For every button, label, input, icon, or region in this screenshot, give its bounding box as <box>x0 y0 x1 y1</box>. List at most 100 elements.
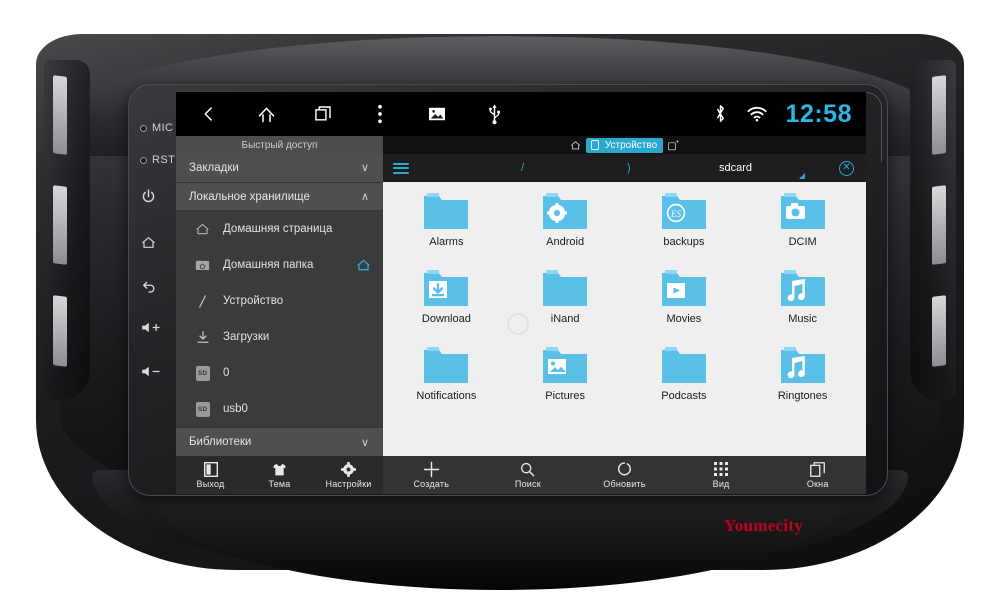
breadcrumb-segment-root[interactable]: / <box>521 162 524 174</box>
file-item[interactable]: Ringtones <box>743 344 862 421</box>
loading-spinner <box>507 313 529 335</box>
theme-button[interactable]: Тема <box>245 456 314 494</box>
tab-device-label: Устройство <box>604 139 658 151</box>
sidebar-group-label: Локальное хранилище <box>189 190 310 203</box>
sidebar-group-libraries[interactable]: Библиотеки ∨ <box>176 427 383 457</box>
mic-label: MIC <box>152 122 174 134</box>
file-item[interactable]: Alarms <box>387 190 506 267</box>
sidebar-item-list: Домашняя страница Домашняя папка Устройс… <box>176 211 383 427</box>
gear-icon <box>341 461 356 477</box>
file-name: Podcasts <box>661 390 707 402</box>
grid-view-icon <box>714 461 729 477</box>
settings-button[interactable]: Настройки <box>314 456 383 494</box>
mic-led-icon <box>140 124 147 132</box>
sidebar-item-downloads[interactable]: Загрузки <box>176 319 383 355</box>
file-grid-wrapper: Alarms Android ES backups DCIM Download … <box>383 182 866 456</box>
tab-list: Устройство <box>383 136 866 154</box>
view-button[interactable]: Вид <box>673 456 770 494</box>
file-item[interactable]: Notifications <box>387 344 506 421</box>
tab-device[interactable]: Устройство <box>585 137 664 153</box>
usb-icon[interactable] <box>483 103 505 125</box>
file-item[interactable]: ES backups <box>625 190 744 267</box>
sidebar-item-label: Загрузки <box>223 331 270 344</box>
file-item[interactable]: Download <box>387 267 506 344</box>
sidebar-item-label: Домашняя папка <box>223 259 314 272</box>
sidebar-item-home-page[interactable]: Домашняя страница <box>176 211 383 247</box>
sidebar-group-bookmarks[interactable]: Закладки ∨ <box>176 154 383 183</box>
sidebar-item-device[interactable]: Устройство <box>176 283 383 319</box>
file-item[interactable]: Pictures <box>506 344 625 421</box>
refresh-icon <box>617 461 632 477</box>
file-name: Movies <box>666 313 702 325</box>
file-name: backups <box>663 236 705 248</box>
exit-icon <box>203 461 218 477</box>
refresh-label: Обновить <box>603 479 646 489</box>
device-icon <box>590 140 601 151</box>
sidebar-item-home-folder[interactable]: Домашняя папка <box>176 247 383 283</box>
home-accent-icon[interactable] <box>356 258 371 272</box>
home-icon[interactable] <box>570 140 581 151</box>
sidebar-item-sd-0[interactable]: SD 0 <box>176 355 383 391</box>
sidebar-item-usb0[interactable]: SD usb0 <box>176 391 383 427</box>
app-body: Закладки ∨ Локальное хранилище ∧ Домашня… <box>176 154 866 457</box>
sidebar-item-label: usb0 <box>223 403 248 416</box>
file-item[interactable]: DCIM <box>743 190 862 267</box>
file-item[interactable]: Podcasts <box>625 344 744 421</box>
file-name: iNand <box>550 313 580 325</box>
breadcrumb-segment-sdcard[interactable]: sdcard <box>719 162 752 174</box>
back-arrow-icon <box>143 281 155 293</box>
android-status-bar: 12:58 <box>176 92 866 136</box>
sidebar-group-label: Закладки <box>189 161 239 174</box>
exit-button[interactable]: Выход <box>176 456 245 494</box>
settings-label: Настройки <box>325 479 372 489</box>
recents-icon[interactable] <box>312 103 334 125</box>
file-name: Ringtones <box>777 390 828 402</box>
file-name: Music <box>788 313 817 325</box>
file-name: Pictures <box>545 390 585 402</box>
toolbar-left-group: Выход Тема Настройки <box>176 456 383 494</box>
search-button[interactable]: Поиск <box>480 456 577 494</box>
breadcrumb-segment-mnt[interactable]: ) <box>627 162 631 174</box>
sidebar-group-label: Библиотеки <box>189 436 252 449</box>
file-item[interactable]: Android <box>506 190 625 267</box>
create-label: Создать <box>413 479 450 489</box>
back-icon[interactable] <box>198 103 220 125</box>
volume-down-icon <box>142 366 160 377</box>
new-tab-icon[interactable] <box>668 139 679 151</box>
overflow-menu-icon[interactable] <box>369 103 391 125</box>
create-button[interactable]: Создать <box>383 456 480 494</box>
gallery-icon[interactable] <box>426 103 448 125</box>
photo-icon <box>548 359 567 374</box>
screenshot-stage: MIC RST 12:58 Быстрый доступ Устройство … <box>0 0 1000 608</box>
file-name: Android <box>546 236 585 248</box>
dashboard-lower-lip <box>150 492 850 590</box>
folder-icon <box>661 270 706 306</box>
refresh-button[interactable]: Обновить <box>576 456 673 494</box>
android-nav-icons <box>198 103 505 125</box>
folder-icon <box>780 193 825 229</box>
file-item[interactable]: Movies <box>625 267 744 344</box>
home-icon[interactable] <box>255 103 277 125</box>
view-label: Вид <box>712 479 730 489</box>
windows-icon <box>810 461 826 477</box>
sidebar-item-label: Домашняя страница <box>223 223 333 236</box>
sd-card-icon: SD <box>195 365 210 381</box>
sidebar-title: Быстрый доступ <box>176 136 383 154</box>
folder-icon <box>543 270 588 306</box>
windows-button[interactable]: Окна <box>769 456 866 494</box>
svg-text:ES: ES <box>670 209 681 219</box>
sidebar-group-local-storage[interactable]: Локальное хранилище ∧ <box>176 182 383 212</box>
download-icon <box>429 281 448 298</box>
home-outline-icon <box>195 222 210 237</box>
reset-label: RST <box>152 154 176 166</box>
folder-icon <box>424 270 469 306</box>
breadcrumb: / ) sdcard <box>409 154 835 182</box>
status-clock: 12:58 <box>785 99 852 128</box>
download-icon <box>195 330 210 345</box>
file-item[interactable]: Music <box>743 267 862 344</box>
sidebar-item-label: 0 <box>223 367 230 380</box>
close-circle-icon[interactable]: ✕ <box>839 160 854 176</box>
windows-label: Окна <box>806 479 829 489</box>
file-grid: Alarms Android ES backups DCIM Download … <box>383 182 866 456</box>
hamburger-icon[interactable] <box>393 162 409 174</box>
